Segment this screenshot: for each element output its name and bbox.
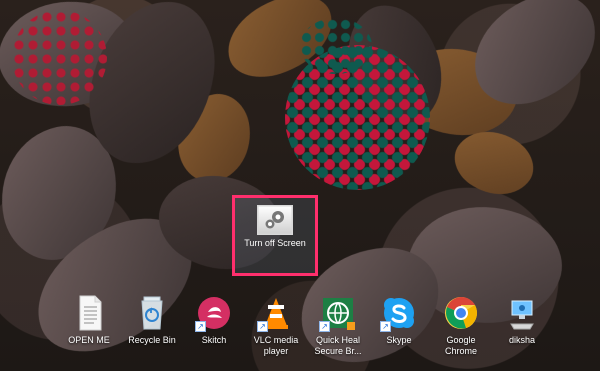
turn-off-screen-shortcut[interactable]: Turn off Screen [240,201,310,269]
desktop-icon-diksha[interactable]: diksha [491,294,553,346]
desktop-icon-label: Skype [386,335,412,345]
shortcut-arrow-icon: ↗ [319,321,330,332]
desktop-icon-label: Recycle Bin [128,335,176,345]
desktop-icon-label: OPEN ME [68,335,110,345]
desktop-icon-google-chrome[interactable]: Google Chrome [430,294,492,357]
shortcut-label: Turn off Screen [244,238,306,248]
skype-icon: ↗ [380,294,418,332]
desktop-icon-label: Skitch [201,335,227,345]
desktop-icon-label: VLC media player [253,335,299,356]
shortcut-arrow-icon: ↗ [380,321,391,332]
chrome-icon [442,294,480,332]
shortcut-arrow-icon: ↗ [195,321,206,332]
desktop-icon-label: Google Chrome [444,335,477,356]
desktop-icon-open-me[interactable]: OPEN ME [58,294,120,346]
skitch-icon: ↗ [195,294,233,332]
vlc-icon: ↗ [257,294,295,332]
user-computer-icon [503,294,541,332]
gears-icon [257,205,293,235]
desktop-icon-quick-heal-secure-browser[interactable]: ↗ Quick Heal Secure Br... [307,294,369,357]
shortcut-arrow-icon: ↗ [257,321,268,332]
desktop-icon-recycle-bin[interactable]: Recycle Bin [121,294,183,346]
desktop-icon-label: Quick Heal Secure Br... [314,335,362,356]
desktop-icon-skitch[interactable]: ↗ Skitch [183,294,245,346]
desktop-icon-vlc-media-player[interactable]: ↗ VLC media player [245,294,307,357]
recycle-bin-icon [133,294,171,332]
globe-shield-icon: ↗ [319,294,357,332]
desktop-icon-label: diksha [508,335,535,345]
desktop-icon-skype[interactable]: ↗ Skype [368,294,430,346]
text-document-icon [70,294,108,332]
